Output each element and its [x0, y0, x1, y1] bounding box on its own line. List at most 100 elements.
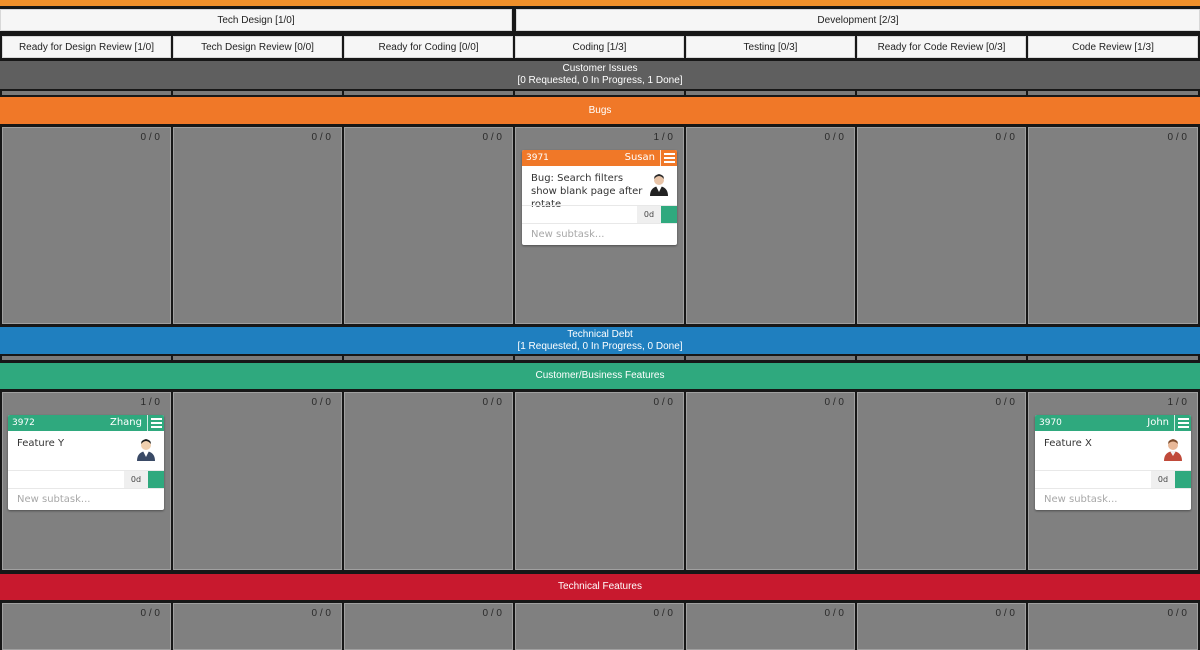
menu-icon[interactable] [660, 150, 677, 166]
card-footer-bar: 0d [522, 205, 677, 224]
task-card[interactable]: 3972 Zhang Feature Y 0d New subtask... [8, 415, 164, 510]
lane-cell[interactable]: 0 / 0 [1028, 603, 1198, 650]
lane-summary: [0 Requested, 0 In Progress, 1 Done] [517, 75, 683, 86]
card-title[interactable]: Feature Y [17, 437, 129, 450]
estimate-badge[interactable]: 0d [124, 471, 148, 488]
card-id[interactable]: 3971 [526, 153, 549, 163]
cell-count: 0 / 0 [311, 608, 331, 619]
lane-strip [173, 91, 342, 95]
lane-cell[interactable]: 0 / 0 [173, 127, 342, 324]
cell-count: 0 / 0 [653, 397, 673, 408]
lane-cell[interactable]: 0 / 0 [857, 392, 1026, 570]
card-header: 3971 Susan [522, 150, 677, 166]
lane-strip [857, 356, 1026, 360]
lane-cell[interactable]: 0 / 0 [686, 603, 855, 650]
card-body: Bug: Search filters show blank page afte… [522, 166, 677, 210]
lane-strip [515, 356, 684, 360]
cell-count: 0 / 0 [824, 397, 844, 408]
top-accent-bar [0, 0, 1200, 6]
lane-header-technical-features[interactable]: Technical Features [0, 574, 1200, 600]
cell-count: 0 / 0 [824, 608, 844, 619]
lane-cell[interactable]: 0 / 0 [173, 392, 342, 570]
lane-strip [857, 91, 1026, 95]
lane-cell[interactable]: 0 / 0 [344, 127, 513, 324]
cell-count: 0 / 0 [995, 608, 1015, 619]
column-header-testing[interactable]: Testing [0/3] [686, 36, 855, 58]
lane-cell[interactable]: 0 / 0 [515, 603, 684, 650]
status-indicator[interactable] [148, 471, 164, 488]
cell-count: 0 / 0 [1167, 608, 1187, 619]
lane-cell[interactable]: 0 / 0 [344, 392, 513, 570]
lane-title: Technical Features [558, 581, 642, 592]
card-header: 3972 Zhang [8, 415, 164, 431]
lane-cell[interactable]: 0 / 0 [857, 127, 1026, 324]
lane-summary: [1 Requested, 0 In Progress, 0 Done] [517, 340, 683, 352]
column-header-tech-design-review[interactable]: Tech Design Review [0/0] [173, 36, 342, 58]
task-card[interactable]: 3971 Susan Bug: Search filters show blan… [522, 150, 677, 245]
card-title[interactable]: Feature X [1044, 437, 1156, 450]
lane-strip [173, 356, 342, 360]
card-id[interactable]: 3970 [1039, 418, 1062, 428]
lane-title: Technical Debt [567, 328, 633, 340]
cell-count: 1 / 0 [140, 397, 160, 408]
lane-strip [686, 91, 855, 95]
lane-cell[interactable]: 0 / 0 [515, 392, 684, 570]
cell-count: 0 / 0 [1167, 132, 1187, 143]
lane-cell[interactable]: 0 / 0 [344, 603, 513, 650]
column-header-coding[interactable]: Coding [1/3] [515, 36, 684, 58]
lane-cell[interactable]: 0 / 0 [857, 603, 1026, 650]
lane-header-technical-debt[interactable]: Technical Debt [1 Requested, 0 In Progre… [0, 327, 1200, 354]
lane-header-customer-business-features[interactable]: Customer/Business Features [0, 363, 1200, 389]
status-indicator[interactable] [661, 206, 677, 223]
lane-cell[interactable]: 0 / 0 [686, 127, 855, 324]
lane-title: Customer/Business Features [535, 370, 665, 381]
column-header-ready-for-code-review[interactable]: Ready for Code Review [0/3] [857, 36, 1026, 58]
lane-header-customer-issues[interactable]: Customer Issues [0 Requested, 0 In Progr… [0, 61, 1200, 89]
cell-count: 0 / 0 [140, 608, 160, 619]
new-subtask-input[interactable]: New subtask... [1035, 489, 1191, 510]
card-body: Feature Y [8, 431, 164, 470]
status-indicator[interactable] [1175, 471, 1191, 488]
cell-count: 0 / 0 [824, 132, 844, 143]
group-header-development[interactable]: Development [2/3] [516, 9, 1200, 31]
card-id[interactable]: 3972 [12, 418, 35, 428]
lane-strip [1028, 91, 1198, 95]
estimate-badge[interactable]: 0d [637, 206, 661, 223]
card-owner[interactable]: Zhang [110, 417, 142, 428]
group-header-tech-design[interactable]: Tech Design [1/0] [0, 9, 512, 31]
card-owner[interactable]: Susan [625, 152, 655, 163]
lane-cell[interactable]: 0 / 0 [1028, 127, 1198, 324]
cell-count: 1 / 0 [1167, 397, 1187, 408]
card-footer-bar: 0d [8, 470, 164, 489]
column-header-ready-for-design-review[interactable]: Ready for Design Review [1/0] [2, 36, 171, 58]
lane-strip [344, 356, 513, 360]
lane-cell[interactable]: 0 / 0 [173, 603, 342, 650]
card-owner[interactable]: John [1147, 417, 1169, 428]
cell-count: 0 / 0 [311, 132, 331, 143]
lane-strip [515, 91, 684, 95]
cell-count: 0 / 0 [311, 397, 331, 408]
avatar-icon [1164, 439, 1182, 461]
new-subtask-input[interactable]: New subtask... [8, 489, 164, 510]
cell-count: 0 / 0 [140, 132, 160, 143]
new-subtask-input[interactable]: New subtask... [522, 224, 677, 245]
lane-cell[interactable]: 0 / 0 [2, 127, 171, 324]
cell-count: 0 / 0 [653, 608, 673, 619]
cell-count: 0 / 0 [482, 397, 502, 408]
avatar-icon [137, 439, 155, 461]
lane-cell[interactable]: 0 / 0 [2, 603, 171, 650]
column-header-ready-for-coding[interactable]: Ready for Coding [0/0] [344, 36, 513, 58]
card-footer-bar: 0d [1035, 470, 1191, 489]
task-card[interactable]: 3970 John Feature X 0d New subtask... [1035, 415, 1191, 510]
lane-cell[interactable]: 0 / 0 [686, 392, 855, 570]
menu-icon[interactable] [1174, 415, 1191, 431]
cell-count: 0 / 0 [482, 132, 502, 143]
estimate-badge[interactable]: 0d [1151, 471, 1175, 488]
cell-count: 0 / 0 [995, 132, 1015, 143]
lane-strip [344, 91, 513, 95]
menu-icon[interactable] [147, 415, 164, 431]
cell-count: 0 / 0 [995, 397, 1015, 408]
lane-header-bugs[interactable]: Bugs [0, 97, 1200, 124]
card-header: 3970 John [1035, 415, 1191, 431]
column-header-code-review[interactable]: Code Review [1/3] [1028, 36, 1198, 58]
